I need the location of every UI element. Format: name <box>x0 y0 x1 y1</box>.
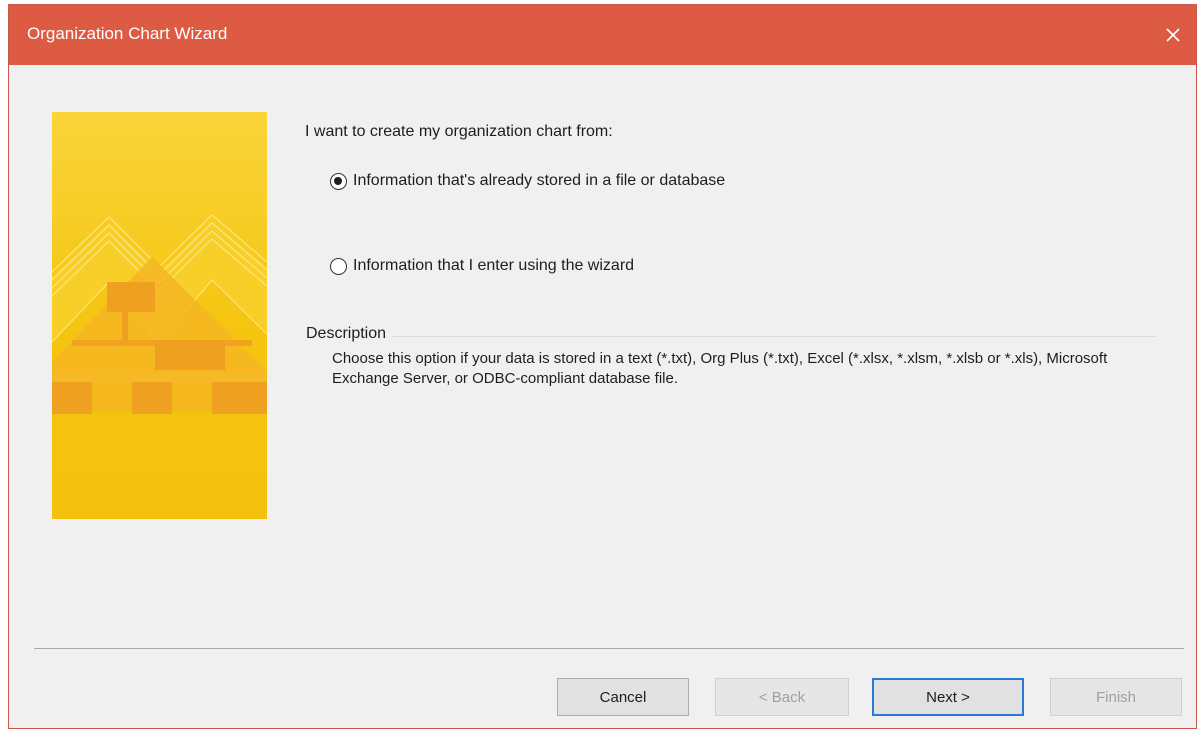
radio-enter-data[interactable] <box>330 257 347 275</box>
close-button[interactable] <box>1150 5 1196 65</box>
org-chart-banner-icon <box>52 112 267 519</box>
description-divider <box>306 336 1156 337</box>
option-existing-data[interactable]: Information that's already stored in a f… <box>330 172 725 190</box>
option-enter-data-label: Information that I enter using the wizar… <box>353 257 635 274</box>
wizard-question: I want to create my organization chart f… <box>305 123 613 140</box>
description-group: Description Choose this option if your d… <box>306 325 1156 387</box>
option-existing-data-label: Information that's already stored in a f… <box>353 172 726 189</box>
finish-button[interactable]: Finish <box>1050 678 1182 716</box>
wizard-window: Organization Chart Wizard I want to crea… <box>8 4 1197 729</box>
description-text: Choose this option if your data is store… <box>332 350 1108 387</box>
title-bar[interactable]: Organization Chart Wizard <box>9 5 1196 65</box>
radio-existing-data[interactable] <box>330 172 347 190</box>
back-button[interactable]: < Back <box>715 678 849 716</box>
window-title: Organization Chart Wizard <box>27 24 228 43</box>
description-label: Description <box>306 325 393 343</box>
option-enter-data[interactable]: Information that I enter using the wizar… <box>330 257 634 275</box>
close-icon <box>1166 28 1180 42</box>
cancel-button[interactable]: Cancel <box>557 678 689 716</box>
next-button[interactable]: Next > <box>872 678 1024 716</box>
wizard-banner-image <box>52 112 267 519</box>
footer-divider <box>34 648 1184 649</box>
